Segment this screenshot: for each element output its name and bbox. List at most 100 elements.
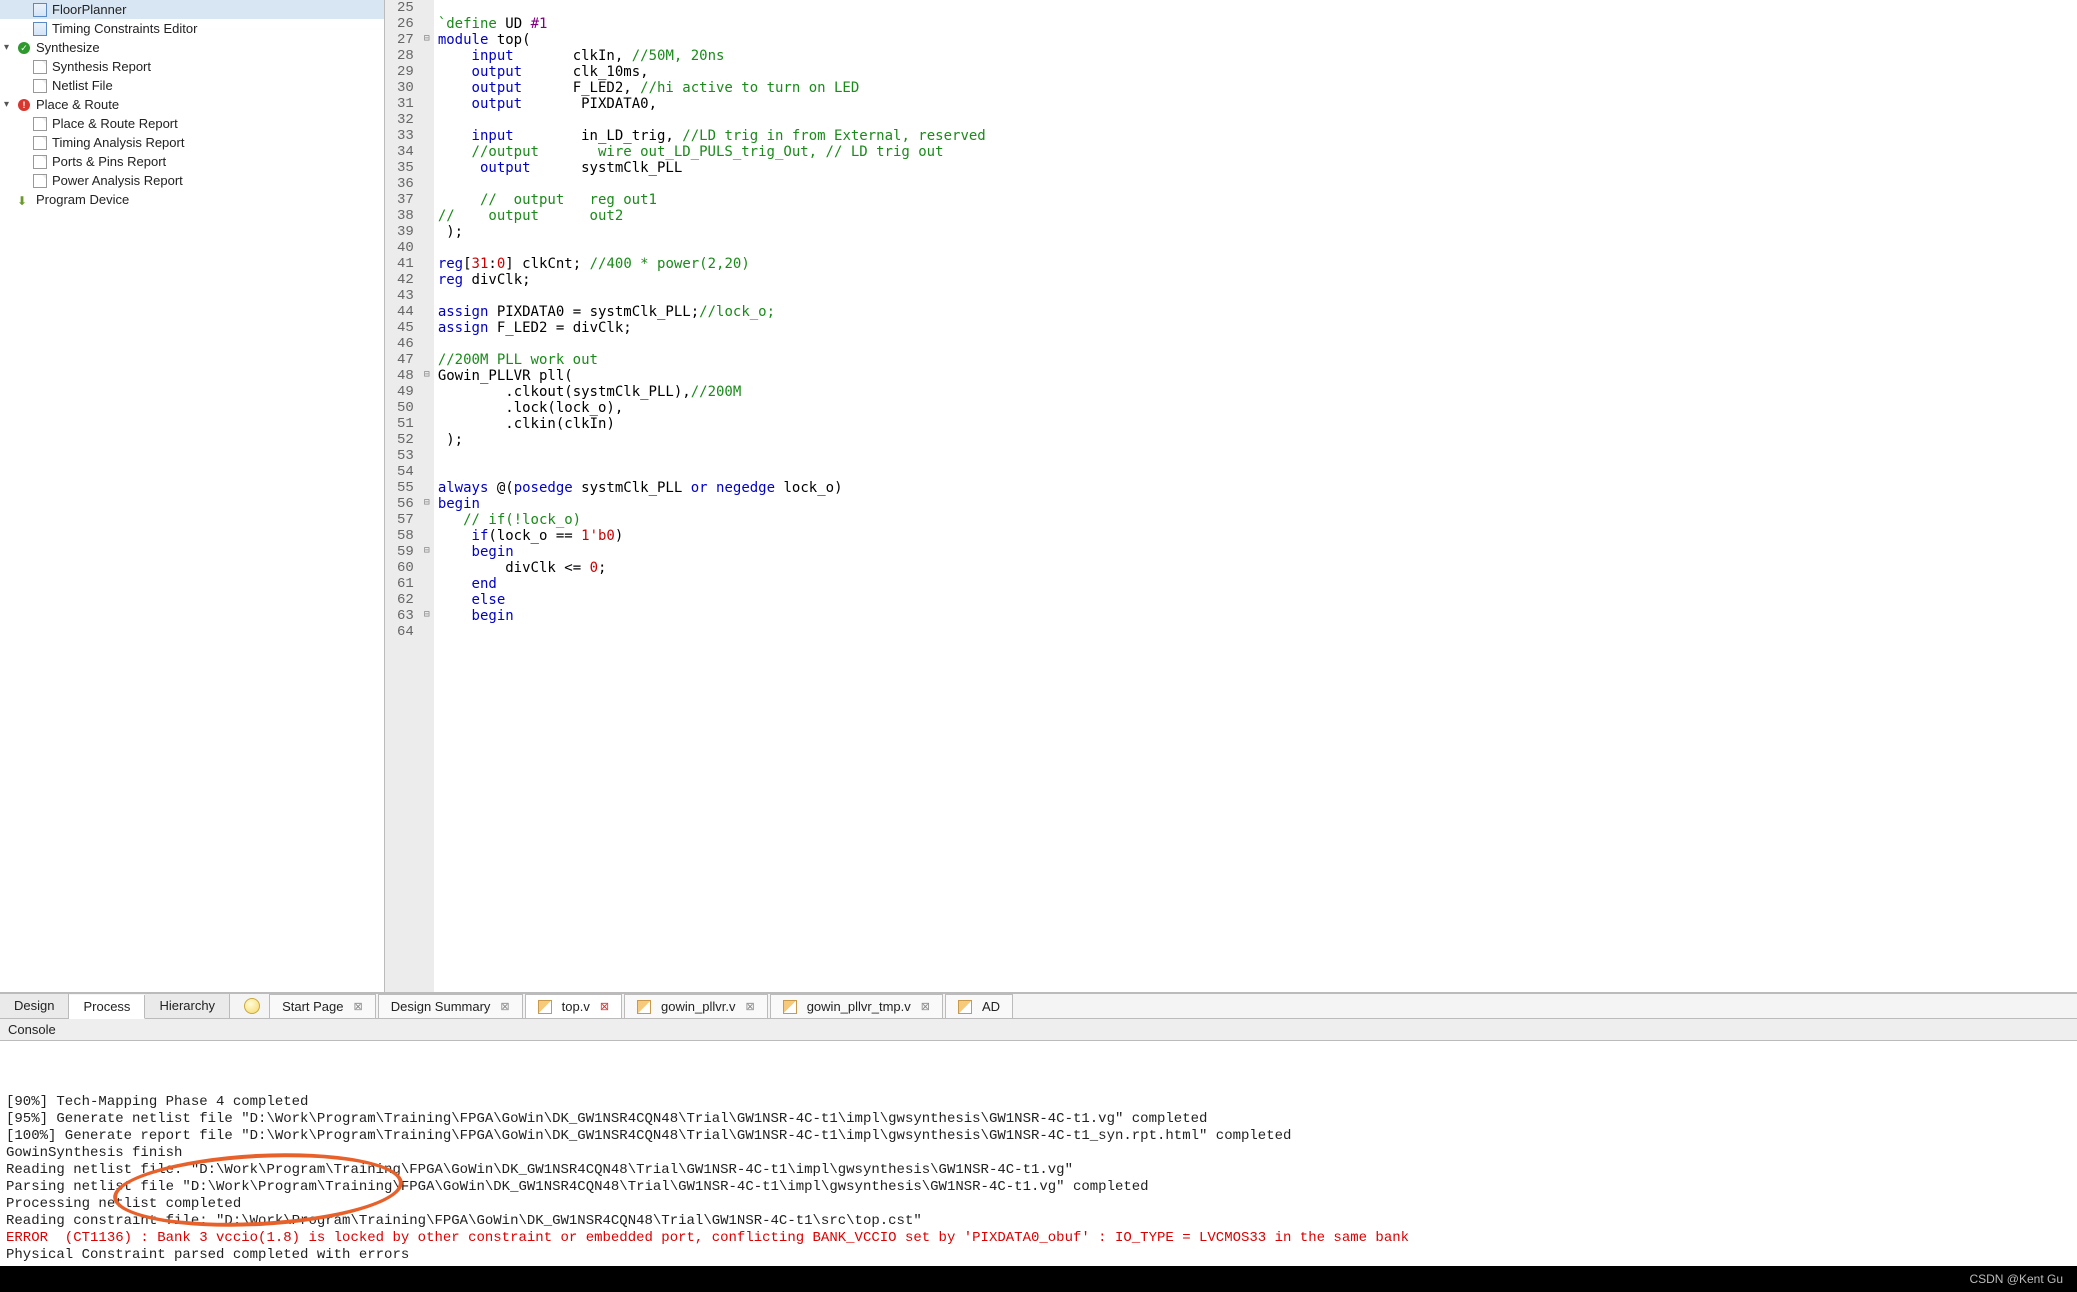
file-icon: [32, 173, 48, 189]
close-icon[interactable]: ⊠: [745, 1000, 754, 1013]
console-line: Physical Constraint parsed completed wit…: [6, 1247, 2071, 1264]
edit-icon: [538, 1000, 552, 1014]
fold-toggle: [420, 528, 434, 544]
fold-toggle: [420, 320, 434, 336]
bulb-icon: [244, 998, 260, 1014]
file-icon: [32, 2, 48, 18]
close-icon[interactable]: ⊠: [600, 1000, 609, 1013]
file-tab-label: AD: [982, 999, 1000, 1014]
console-line: [95%] Generate netlist file "D:\Work\Pro…: [6, 1111, 2071, 1128]
view-tab-process[interactable]: Process: [69, 995, 145, 1019]
fold-toggle: [420, 304, 434, 320]
file-icon: [32, 21, 48, 37]
close-icon[interactable]: ⊠: [354, 1000, 363, 1013]
fold-toggle: [420, 288, 434, 304]
code-body[interactable]: `define UD #1module top( input clkIn, //…: [434, 0, 986, 992]
status-ok-icon: [16, 40, 32, 56]
tree-item-floorplanner[interactable]: FloorPlanner: [0, 0, 384, 19]
fold-toggle: [420, 16, 434, 32]
download-icon: [16, 192, 32, 208]
tree-item-label: Program Device: [36, 192, 129, 207]
edit-icon: [958, 1000, 972, 1014]
watermark: CSDN @Kent Gu: [1969, 1272, 2063, 1286]
fold-toggle: [420, 480, 434, 496]
file-tab-label: gowin_pllvr.v: [661, 999, 735, 1014]
file-tab-bar: Start Page⊠Design Summary⊠top.v⊠gowin_pl…: [230, 994, 2077, 1018]
edit-icon: [637, 1000, 651, 1014]
fold-toggle: [420, 112, 434, 128]
console-line: Reading netlist file: "D:\Work\Program\T…: [6, 1162, 2071, 1179]
tree-item-timing-analysis-report[interactable]: Timing Analysis Report: [0, 133, 384, 152]
file-tab-label: Start Page: [282, 999, 343, 1014]
fold-toggle: [420, 400, 434, 416]
console-line: ERROR (CT1136) : Bank 3 vccio(1.8) is lo…: [6, 1230, 2071, 1247]
fold-toggle: [420, 272, 434, 288]
console-title: Console: [0, 1019, 2077, 1041]
file-tab-label: top.v: [562, 999, 590, 1014]
fold-toggle[interactable]: ⊟: [420, 608, 434, 624]
file-icon: [32, 154, 48, 170]
console-line: [100%] Generate report file "D:\Work\Pro…: [6, 1128, 2071, 1145]
console-output[interactable]: [90%] Tech-Mapping Phase 4 completed[95%…: [0, 1041, 2077, 1266]
tree-item-timing-constraints-editor[interactable]: Timing Constraints Editor: [0, 19, 384, 38]
file-tab-gowin-pllvr-v[interactable]: gowin_pllvr.v ⊠: [624, 994, 768, 1018]
file-tab-ad[interactable]: AD: [945, 994, 1013, 1018]
tree-item-label: FloorPlanner: [52, 2, 126, 17]
fold-toggle: [420, 432, 434, 448]
fold-toggle: [420, 512, 434, 528]
file-tab-design-summary[interactable]: Design Summary ⊠: [378, 994, 523, 1018]
tree-item-program-device[interactable]: Program Device: [0, 190, 384, 209]
fold-toggle: [420, 576, 434, 592]
console-line: Parsing netlist file "D:\Work\Program\Tr…: [6, 1179, 2071, 1196]
close-icon[interactable]: ⊠: [921, 1000, 930, 1013]
tree-item-label: Synthesize: [36, 40, 100, 55]
tree-item-ports-pins-report[interactable]: Ports & Pins Report: [0, 152, 384, 171]
file-tab-label: gowin_pllvr_tmp.v: [807, 999, 911, 1014]
fold-toggle: [420, 0, 434, 16]
file-tab-gowin-pllvr-tmp-v[interactable]: gowin_pllvr_tmp.v ⊠: [770, 994, 943, 1018]
console-line: GowinSynthesis finish: [6, 1145, 2071, 1162]
fold-toggle: [420, 80, 434, 96]
editor-pane: 2526272829303132333435363738394041424344…: [385, 0, 2077, 992]
fold-toggle[interactable]: ⊟: [420, 32, 434, 48]
file-icon: [32, 78, 48, 94]
tree-item-label: Synthesis Report: [52, 59, 151, 74]
tree-item-power-analysis-report[interactable]: Power Analysis Report: [0, 171, 384, 190]
tree-item-place-route-report[interactable]: Place & Route Report: [0, 114, 384, 133]
fold-toggle[interactable]: ⊟: [420, 496, 434, 512]
tree-item-synthesis-report[interactable]: Synthesis Report: [0, 57, 384, 76]
fold-toggle: [420, 464, 434, 480]
fold-toggle[interactable]: ⊟: [420, 368, 434, 384]
process-tree[interactable]: FloorPlannerTiming Constraints Editor▾Sy…: [0, 0, 385, 992]
fold-toggle: [420, 160, 434, 176]
fold-toggle: [420, 240, 434, 256]
fold-toggle: [420, 192, 434, 208]
tree-item-synthesize[interactable]: ▾Synthesize: [0, 38, 384, 57]
code-editor[interactable]: 2526272829303132333435363738394041424344…: [385, 0, 2077, 992]
view-tab-hierarchy[interactable]: Hierarchy: [145, 994, 230, 1018]
fold-toggle: [420, 128, 434, 144]
fold-toggle: [420, 624, 434, 640]
fold-toggle: [420, 256, 434, 272]
tree-item-label: Timing Analysis Report: [52, 135, 184, 150]
view-tab-design[interactable]: Design: [0, 994, 69, 1018]
fold-toggle: [420, 352, 434, 368]
tree-item-label: Netlist File: [52, 78, 113, 93]
fold-toggle: [420, 96, 434, 112]
fold-toggle: [420, 224, 434, 240]
close-icon[interactable]: ⊠: [500, 1000, 509, 1013]
file-tab-top-v[interactable]: top.v ⊠: [525, 994, 622, 1018]
file-icon: [32, 116, 48, 132]
file-tab-start-page[interactable]: Start Page ⊠: [269, 994, 376, 1018]
tree-item-netlist-file[interactable]: Netlist File: [0, 76, 384, 95]
file-icon: [32, 59, 48, 75]
fold-toggle: [420, 48, 434, 64]
file-tab-label: Design Summary: [391, 999, 491, 1014]
fold-toggle[interactable]: ⊟: [420, 544, 434, 560]
tree-item-place-route[interactable]: ▾Place & Route: [0, 95, 384, 114]
fold-column[interactable]: ⊟ ⊟ ⊟ ⊟ ⊟: [420, 0, 434, 992]
view-tab-group: DesignProcessHierarchy: [0, 994, 230, 1018]
file-icon: [32, 135, 48, 151]
fold-toggle: [420, 336, 434, 352]
chevron-down-icon: ▾: [4, 99, 16, 110]
